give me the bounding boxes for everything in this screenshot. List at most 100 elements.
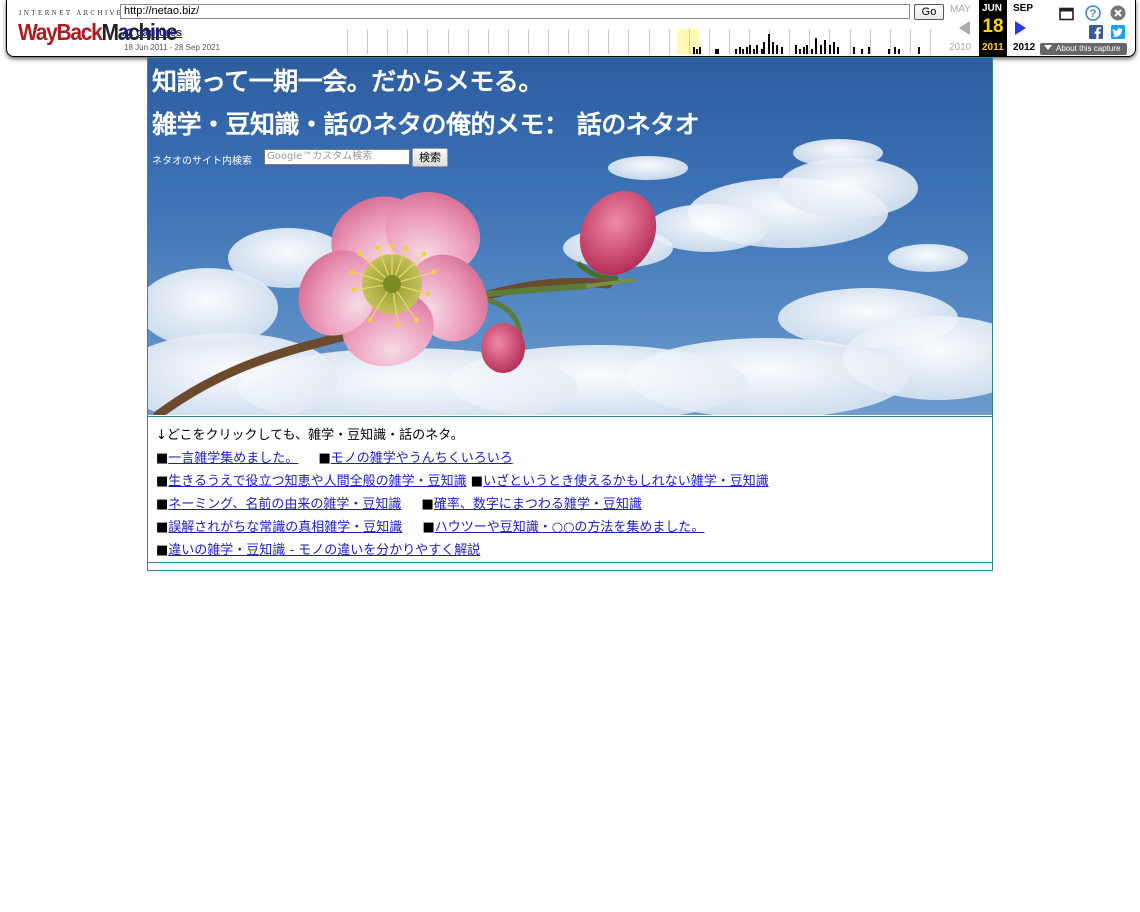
window-icon[interactable] [1059,7,1074,21]
sparkline-year-divider [628,29,630,54]
category-links: ↓どこをクリックしても、雑学・豆知識・話のネタ。 ■一言雑学集めました。 ■モノ… [148,416,992,563]
sparkline-year-divider [668,29,670,54]
sparkline-capture-bar[interactable] [756,45,758,54]
sparkline-year-divider [548,29,549,54]
sparkline-capture-bar[interactable] [768,34,770,54]
sparkline-capture-bar[interactable] [837,47,839,54]
site-search-input[interactable]: Google™カスタム検索 [264,149,410,165]
search-button[interactable]: 検索 [412,148,448,167]
capture-date-range: 18 Jun 2011 - 28 Sep 2021 [124,43,220,52]
sparkline-year-divider [427,29,429,54]
wayback-logo[interactable]: INTERNET ARCHIVE WayBackMachine [15,8,178,48]
category-link-mono[interactable]: モノの雑学やうんちくいろいろ [331,451,513,466]
sparkline-capture-bar[interactable] [772,42,774,54]
svg-text:?: ? [1090,8,1097,20]
search-label: ネタオのサイト内検索 [152,156,252,167]
next-capture-arrow-icon[interactable] [1015,21,1026,35]
capture-sparkline[interactable] [343,29,947,54]
bullet: ■ [421,497,434,512]
sparkline-year-divider [407,29,409,54]
next-year-label[interactable]: 2012 [1013,42,1035,53]
about-capture-label: About this capture [1056,44,1121,53]
link-row: ■生きるうえで役立つ知恵や人間全般の雑学・豆知識 ■いざというとき使えるかもしれ… [156,470,769,489]
sparkline-capture-bar[interactable] [735,49,737,54]
sparkline-capture-bar[interactable] [699,47,701,54]
bullet: ■ [156,520,169,535]
sparkline-capture-bar[interactable] [795,45,797,54]
prev-year-label[interactable]: 2010 [949,42,971,53]
sparkline-capture-bar[interactable] [739,47,741,54]
sparkline-capture-bar[interactable] [918,47,920,54]
sparkline-year-divider [648,29,650,54]
sparkline-capture-bar[interactable] [749,45,751,54]
url-input[interactable]: http://netao.biz/ [120,4,910,19]
category-link-howto[interactable]: ハウツーや豆知識・○○の方法を集めました。 [435,520,705,535]
sparkline-capture-bar[interactable] [898,49,900,54]
sparkline-year-divider [507,29,509,54]
category-link-kakuritsu[interactable]: 確率、数字にまつわる雑学・豆知識 [434,497,642,512]
bullet: ■ [156,474,169,489]
close-icon[interactable] [1110,5,1126,21]
bullet: ■ [422,520,435,535]
category-link-chie[interactable]: 生きるうえで役立つ知恵や人間全般の雑学・豆知識 [168,474,466,489]
sparkline-year-divider [708,29,710,54]
bullet: ■ [318,451,331,466]
sparkline-capture-bar[interactable] [894,47,896,54]
sparkline-capture-bar[interactable] [693,47,695,54]
bullet: ■ [470,474,484,489]
sparkline-year-divider [909,29,911,54]
sparkline-capture-bar[interactable] [815,38,817,54]
site-title-link[interactable]: 雑学・豆知識・話のネタの俺的メモ： 話のネタオ [152,105,700,141]
clouds [148,139,992,415]
current-year-label: 2011 [982,42,1004,53]
sparkline-capture-bar[interactable] [853,47,855,54]
sparkline-year-divider [608,29,610,54]
sparkline-capture-bar[interactable] [799,49,801,54]
site-header[interactable]: 知識って一期一会。だからメモる。 雑学・豆知識・話のネタの俺的メモ： 話のネタオ… [148,58,992,415]
sparkline-year-divider [347,29,348,54]
sparkline-capture-bar[interactable] [776,45,778,54]
sparkline-capture-bar[interactable] [781,47,783,54]
sparkline-capture-bar[interactable] [806,45,808,54]
sparkline-year-divider [929,29,931,54]
next-month-label[interactable]: SEP [1013,3,1033,14]
sparkline-capture-bar[interactable] [824,40,826,54]
site-catchphrase: 知識って一期一会。だからメモる。 [152,67,543,96]
sparkline-capture-bar[interactable] [717,49,719,54]
sparkline-capture-bar[interactable] [803,47,805,54]
sparkline-capture-bar[interactable] [763,42,765,54]
category-link-gokai[interactable]: 誤解されがちな常識の真相雑学・豆知識 [168,520,402,535]
sparkline-capture-bar[interactable] [696,49,698,54]
category-link-izatoiutoki[interactable]: いざというとき使えるかもしれない雑学・豆知識 [483,474,769,489]
sparkline-capture-bar[interactable] [868,47,870,54]
sparkline-capture-bar[interactable] [753,49,755,54]
sparkline-year-divider [728,29,730,54]
sparkline-capture-bar[interactable] [746,47,748,54]
sparkline-capture-bar[interactable] [811,49,813,54]
help-icon[interactable]: ? [1085,5,1101,21]
sparkline-capture-bar[interactable] [888,49,890,54]
sparkline-capture-bar[interactable] [820,45,822,54]
sparkline-year-divider [789,29,791,54]
category-link-naming[interactable]: ネーミング、名前の由来の雑学・豆知識 [168,497,401,512]
prev-month-label[interactable]: MAY [950,4,971,15]
bullet: ■ [156,451,169,466]
sparkline-capture-bar[interactable] [861,49,863,54]
link-row: ■誤解されがちな常識の真相雑学・豆知識 ■ハウツーや豆知識・○○の方法を集めまし… [156,516,704,535]
bullet: ■ [156,497,169,512]
facebook-icon[interactable] [1089,25,1103,39]
sparkline-capture-bar[interactable] [829,45,831,54]
sparkline-capture-bar[interactable] [742,49,744,54]
category-link-hitokoto[interactable]: 一言雑学集めました。 [168,451,298,466]
sparkline-year-divider [568,29,570,54]
caret-down-icon [1044,45,1052,50]
category-link-chigai[interactable]: 違いの雑学・豆知識 - モノの違いを分かりやすく解説 [168,543,480,558]
sparkline-year-divider [487,29,489,54]
sparkline-capture-bar[interactable] [833,42,835,54]
twitter-icon[interactable] [1111,25,1125,39]
captures-link[interactable]: 72 captures [121,27,182,39]
go-button[interactable]: Go [914,4,944,20]
current-month-label: JUN [982,3,1003,14]
prev-capture-arrow-icon[interactable] [959,21,970,35]
about-capture-button[interactable]: About this capture [1040,43,1127,55]
